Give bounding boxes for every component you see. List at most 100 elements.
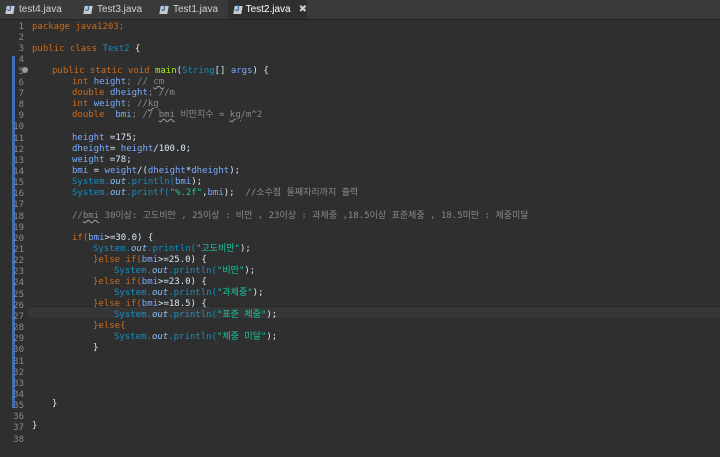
code-token: out <box>151 332 169 342</box>
line-number: 17 <box>13 200 24 211</box>
tab-test3-java[interactable]: Test3.java <box>78 0 155 19</box>
tab-test1-java[interactable]: Test1.java <box>154 0 231 19</box>
code-token: double <box>72 110 116 120</box>
code-line-5: public static void main(String[] args) { <box>52 66 269 77</box>
code-token: ; // <box>126 99 148 109</box>
code-token: height <box>120 144 154 154</box>
code-token: { <box>129 44 141 54</box>
code-token: weight <box>93 99 127 109</box>
code-token: out <box>151 310 169 320</box>
line-number: 28 <box>13 323 24 334</box>
code-token: .println( <box>168 288 217 298</box>
line-number: 9 <box>18 111 24 122</box>
code-token: /m^2 <box>240 110 263 120</box>
line-number: 10 <box>13 122 24 133</box>
line-number: 31 <box>13 356 24 367</box>
code-token: .println( <box>147 244 196 254</box>
code-token: }else{ <box>93 321 126 331</box>
code-token: ); <box>191 177 203 187</box>
code-token: System. <box>114 332 152 342</box>
code-token: bmi <box>72 166 89 176</box>
close-icon[interactable]: ✖ <box>299 4 307 15</box>
code-token: .println( <box>168 266 217 276</box>
java-file-icon <box>233 4 242 15</box>
code-token: Test2 <box>102 44 130 54</box>
code-token: = <box>109 144 121 154</box>
code-token: bmi <box>82 211 100 221</box>
tab-label: test4.java <box>19 4 62 15</box>
code-token: ); <box>244 266 256 276</box>
line-number: 21 <box>13 245 24 255</box>
code-line-7: double dheight; //m <box>72 88 175 99</box>
code-token: out <box>109 177 127 187</box>
code-token: ); <box>229 166 241 176</box>
code-token: "체중 미달" <box>216 332 267 342</box>
code-token: ; // <box>131 110 159 120</box>
line-number: 11 <box>13 133 24 144</box>
code-token: out <box>151 266 169 276</box>
code-token: }else if( <box>93 299 142 309</box>
code-line-3: public class Test2 { <box>32 44 140 55</box>
line-number: 18 <box>13 211 24 222</box>
code-line-6: int height; // cm <box>72 77 164 88</box>
line-number: 36 <box>13 412 24 423</box>
code-token: "고도비만" <box>195 244 240 254</box>
line-number: 2 <box>18 33 24 44</box>
code-token: double <box>72 88 110 98</box>
code-token: weight <box>104 166 138 176</box>
code-token: bmi <box>115 110 132 120</box>
code-token: }else if( <box>93 277 142 287</box>
code-line-23: System.out.println("비만"); <box>114 266 255 277</box>
code-token: bmi <box>158 110 175 120</box>
code-token: dheight <box>109 88 148 98</box>
code-editor[interactable]: 1 2 3 4 5 6 7 8 9 10 11 12 13 14 15 16 17 18 19 20 21 22 23 24 2… <box>0 20 720 457</box>
code-token: ; //m <box>147 88 175 98</box>
code-token: System. <box>72 177 110 187</box>
code-token: =175; <box>104 133 138 143</box>
code-token: cm <box>153 77 165 87</box>
code-token: package java1203; <box>32 22 125 32</box>
code-token: ; // <box>126 77 154 87</box>
code-line-37: } <box>32 421 37 432</box>
code-line-20: if(bmi>=30.0) { <box>72 233 153 244</box>
code-token: String <box>182 66 215 76</box>
tab-label: Test2.java <box>245 4 291 15</box>
code-line-25: System.out.println("과체중"); <box>114 288 264 299</box>
code-token: } <box>52 399 58 409</box>
code-line-29: System.out.println("체중 미달"); <box>114 332 277 343</box>
code-token: out <box>130 244 148 254</box>
code-line-15: System.out.println(bmi); <box>72 177 202 188</box>
code-token: >=25.0) { <box>158 255 207 265</box>
code-token: .println( <box>168 310 217 320</box>
line-number: 20 <box>13 233 24 244</box>
code-token: System. <box>93 244 131 254</box>
tab-test4-java[interactable]: test4.java <box>0 0 79 19</box>
code-token: out <box>151 288 169 298</box>
line-number: 4 <box>18 55 24 66</box>
code-line-28: }else{ <box>93 321 126 332</box>
line-number: 34 <box>13 389 24 400</box>
code-token: }else if( <box>93 255 142 265</box>
code-token: "과체중" <box>216 288 253 298</box>
code-line-8: int weight; //kg <box>72 99 159 110</box>
code-token: // <box>72 211 83 221</box>
tab-test2-java[interactable]: Test2.java ✖ <box>228 0 307 19</box>
code-token: dheight <box>147 166 186 176</box>
line-number: 16 <box>13 189 24 200</box>
line-number: 26 <box>13 300 24 311</box>
line-number: 38 <box>13 434 24 445</box>
code-token: ); <box>239 244 251 254</box>
line-number: 35 <box>13 401 24 412</box>
code-token: dheight <box>191 166 230 176</box>
code-line-26: }else if(bmi>=18.5) { <box>93 299 207 310</box>
line-number: 19 <box>13 222 24 233</box>
code-token: if( <box>72 233 89 243</box>
line-number: 24 <box>13 278 24 289</box>
code-token: ) { <box>252 66 269 76</box>
line-number: 25 <box>13 289 24 300</box>
code-token: .println( <box>126 177 175 187</box>
code-token: /100.0; <box>153 144 192 154</box>
code-line-11: height =175; <box>72 133 137 144</box>
code-token: weight <box>72 155 105 165</box>
code-token: args <box>230 66 253 76</box>
